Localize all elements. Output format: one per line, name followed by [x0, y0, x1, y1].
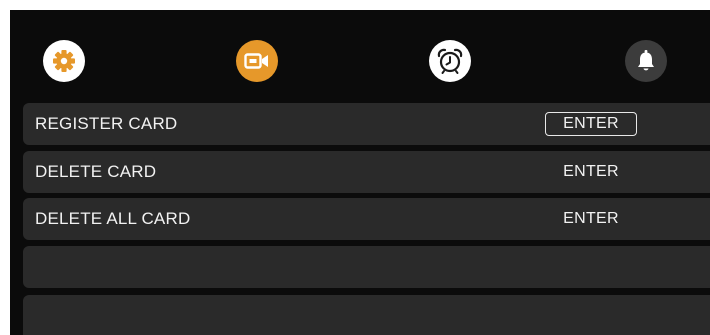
enter-button[interactable]: ENTER [545, 207, 637, 231]
tab-alarm[interactable] [429, 40, 471, 82]
tab-settings[interactable] [43, 40, 85, 82]
enter-button[interactable]: ENTER [545, 112, 637, 136]
alarm-clock-icon [437, 48, 463, 74]
menu-item-label: DELETE CARD [35, 162, 157, 181]
menu-item-delete-all-card[interactable]: DELETE ALL CARD ENTER [23, 198, 710, 240]
bell-icon [638, 50, 654, 71]
menu-item-label: REGISTER CARD [35, 114, 178, 133]
menu-item-empty [23, 246, 710, 288]
gear-icon [53, 50, 75, 72]
tab-bar [10, 10, 710, 102]
video-camera-icon [244, 53, 268, 69]
tab-video[interactable] [236, 40, 278, 82]
menu-item-register-card[interactable]: REGISTER CARD ENTER [23, 103, 710, 145]
menu-item-delete-card[interactable]: DELETE CARD ENTER [23, 151, 710, 193]
menu-item-empty [23, 295, 710, 335]
tab-bell[interactable] [625, 40, 667, 82]
menu-item-label: DELETE ALL CARD [35, 209, 191, 228]
enter-button[interactable]: ENTER [545, 160, 637, 184]
device-screen: REGISTER CARD ENTER DELETE CARD ENTER DE… [10, 10, 710, 335]
